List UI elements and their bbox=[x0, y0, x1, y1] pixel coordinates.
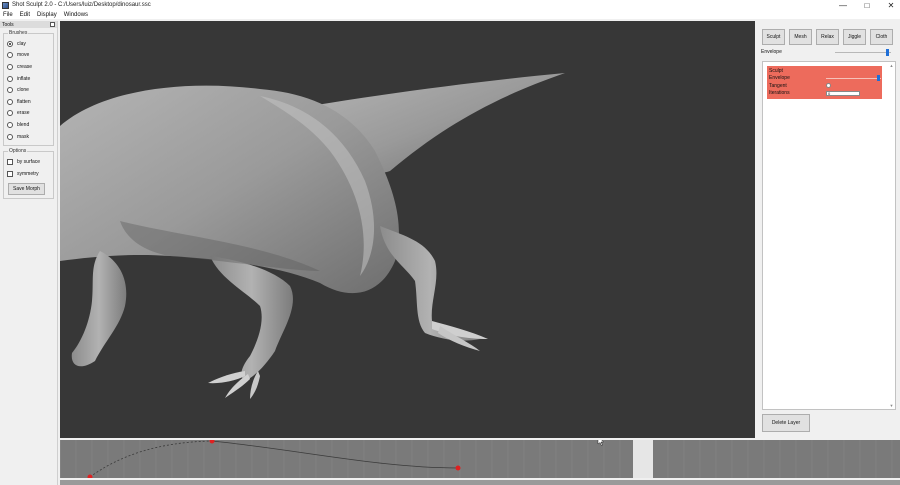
timeline-grid bbox=[75, 440, 893, 478]
menu-windows[interactable]: Windows bbox=[64, 12, 88, 18]
options-group: Options by surface symmetry Save Morph bbox=[3, 148, 54, 199]
deformer-tabs: Sculpt Mesh Relax Jiggle Cloth bbox=[762, 29, 893, 45]
brush-crease[interactable]: crease bbox=[7, 61, 51, 73]
radio-button[interactable] bbox=[7, 110, 13, 117]
menu-bar: File Edit Display Windows bbox=[0, 10, 900, 19]
envelope-label: Envelope bbox=[761, 49, 782, 55]
keyframe[interactable] bbox=[455, 465, 461, 471]
keyframe[interactable] bbox=[209, 440, 215, 444]
tools-header-label: Tools bbox=[2, 21, 14, 28]
brush-move[interactable]: move bbox=[7, 50, 51, 62]
scroll-down-arrow[interactable]: ▼ bbox=[889, 403, 894, 408]
layer-sculpt[interactable]: Sculpt Envelope Tangent Iterations 0 bbox=[767, 66, 882, 99]
tab-cloth[interactable]: Cloth bbox=[870, 29, 893, 45]
tools-panel-header: Tools bbox=[0, 21, 57, 28]
brush-mask[interactable]: mask bbox=[7, 131, 51, 143]
brushes-group-title: Brushes bbox=[8, 30, 29, 36]
brush-blend[interactable]: blend bbox=[7, 119, 51, 131]
brush-inflate[interactable]: inflate bbox=[7, 73, 51, 85]
radio-button[interactable] bbox=[7, 75, 13, 82]
layer-tangent-row: Tangent bbox=[769, 82, 880, 90]
timeline-curve-editor[interactable] bbox=[60, 440, 900, 478]
envelope-slider[interactable] bbox=[835, 52, 891, 53]
layer-envelope-slider[interactable] bbox=[826, 77, 881, 79]
status-strip bbox=[60, 480, 900, 485]
brush-flatten[interactable]: flatten bbox=[7, 96, 51, 108]
checkbox[interactable] bbox=[7, 170, 13, 177]
layer-envelope-slider-handle[interactable] bbox=[877, 74, 880, 81]
brush-erase[interactable]: erase bbox=[7, 108, 51, 120]
right-panel: Sculpt Mesh Relax Jiggle Cloth Envelope … bbox=[757, 21, 900, 438]
maximize-button[interactable]: □ bbox=[862, 1, 872, 10]
tangent-radio[interactable] bbox=[826, 83, 831, 88]
delete-layer-button[interactable]: Delete Layer bbox=[762, 414, 810, 432]
radio-button[interactable] bbox=[7, 121, 13, 128]
layer-envelope-label: Envelope bbox=[769, 75, 790, 82]
layer-iterations-row: Iterations 0 bbox=[769, 90, 880, 98]
radio-button[interactable] bbox=[7, 40, 13, 47]
options-group-title: Options bbox=[8, 148, 28, 155]
tab-mesh[interactable]: Mesh bbox=[789, 29, 812, 45]
brushes-group: Brushes clay move crease inflate clone f… bbox=[3, 30, 54, 147]
envelope-slider-handle[interactable] bbox=[886, 49, 889, 56]
sculpt-viewport[interactable] bbox=[60, 21, 755, 438]
layer-name: Sculpt bbox=[769, 67, 783, 74]
menu-file[interactable]: File bbox=[3, 12, 13, 18]
app-icon bbox=[2, 1, 9, 9]
radio-button[interactable] bbox=[7, 87, 13, 94]
tools-panel: Tools Brushes clay move crease inflate c… bbox=[0, 21, 58, 485]
radio-button[interactable] bbox=[7, 52, 13, 59]
option-by-surface[interactable]: by surface bbox=[7, 156, 51, 168]
layer-tangent-label: Tangent bbox=[769, 82, 787, 89]
timeline-graph bbox=[60, 440, 893, 478]
float-window-icon[interactable] bbox=[50, 22, 55, 27]
mouse-cursor-icon bbox=[597, 440, 604, 446]
close-button[interactable]: ✕ bbox=[886, 1, 896, 10]
iterations-input[interactable]: 0 bbox=[826, 90, 860, 96]
layer-iterations-label: Iterations bbox=[769, 90, 790, 97]
window-title: Shot Sculpt 2.0 - C:/Users/luiz/Desktop/… bbox=[12, 2, 151, 8]
menu-display[interactable]: Display bbox=[37, 12, 57, 18]
save-morph-button[interactable]: Save Morph bbox=[8, 182, 45, 195]
layer-envelope-row: Envelope bbox=[769, 74, 881, 83]
envelope-row: Envelope bbox=[761, 49, 895, 56]
animation-curve bbox=[211, 440, 459, 469]
radio-button[interactable] bbox=[7, 98, 13, 105]
radio-button[interactable] bbox=[7, 63, 13, 70]
menu-edit[interactable]: Edit bbox=[20, 12, 30, 18]
checkbox[interactable] bbox=[7, 159, 13, 166]
title-bar: Shot Sculpt 2.0 - C:/Users/luiz/Desktop/… bbox=[0, 0, 900, 10]
window-controls: — □ ✕ bbox=[838, 0, 896, 10]
scroll-up-arrow[interactable]: ▲ bbox=[889, 63, 894, 68]
brush-clone[interactable]: clone bbox=[7, 84, 51, 96]
curve-in-tangent bbox=[89, 440, 213, 478]
minimize-button[interactable]: — bbox=[838, 1, 848, 10]
layer-name-row: Sculpt bbox=[769, 67, 880, 75]
option-symmetry[interactable]: symmetry bbox=[7, 168, 51, 180]
layer-list[interactable]: Sculpt Envelope Tangent Iterations 0 ▲ ▼ bbox=[762, 61, 896, 410]
tab-relax[interactable]: Relax bbox=[816, 29, 839, 45]
dinosaur-model-render bbox=[60, 73, 565, 399]
playhead-range[interactable] bbox=[633, 440, 653, 478]
brush-clay[interactable]: clay bbox=[7, 38, 51, 50]
tab-sculpt[interactable]: Sculpt bbox=[762, 29, 785, 45]
tab-jiggle[interactable]: Jiggle bbox=[843, 29, 866, 45]
radio-button[interactable] bbox=[7, 133, 13, 140]
